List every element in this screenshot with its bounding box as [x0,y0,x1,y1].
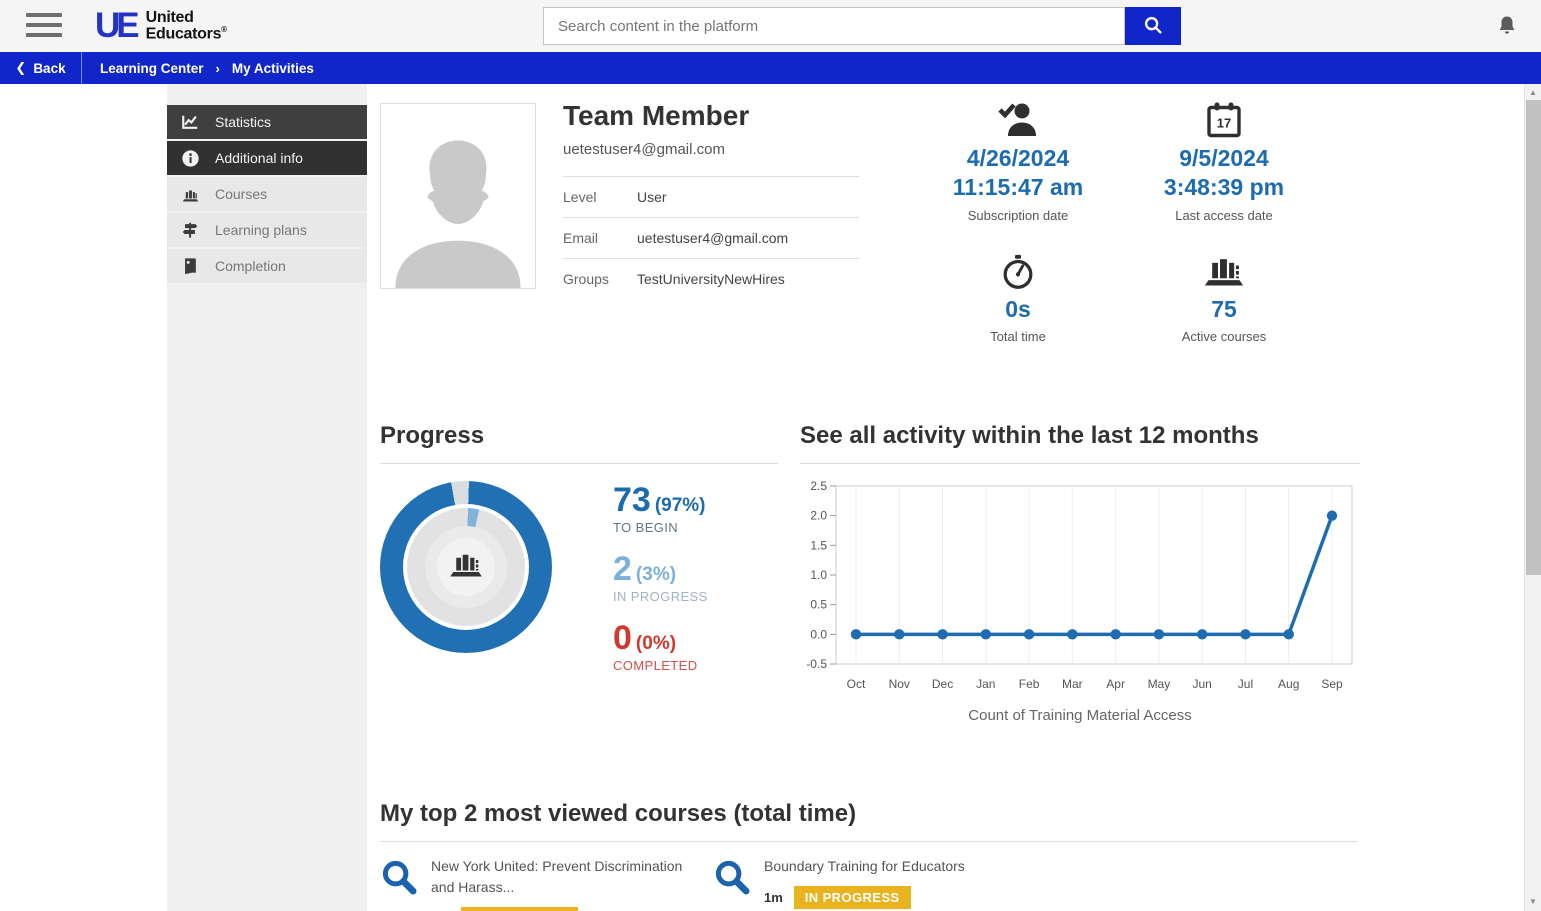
united-educators-logo: UE United Educators® [95,6,227,46]
stopwatch-icon [915,249,1121,291]
svg-text:Jan: Jan [976,677,995,691]
chart-axis-title: Count of Training Material Access [968,707,1192,724]
report-sidebar: Statistics Additional info Courses Learn… [167,84,367,911]
search-icon [1142,14,1164,39]
activity-title: See all activity within the last 12 mont… [800,422,1360,464]
svg-text:May: May [1148,677,1171,691]
page-title: Team Member [563,100,750,131]
vertical-scrollbar[interactable]: ▲ ▼ [1524,84,1541,911]
books-icon [1121,249,1327,291]
scrollbar-down-arrow[interactable]: ▼ [1525,895,1541,909]
status-badge: IN PROGRESS [460,907,578,911]
stat-active-courses: 75 Active courses [1121,249,1327,344]
svg-text:0.0: 0.0 [810,627,827,641]
search-bar [543,7,1181,45]
user-avatar [380,103,536,289]
breadcrumb-learning-center[interactable]: Learning Center [100,61,204,76]
activity-section: See all activity within the last 12 mont… [800,422,1360,724]
breadcrumb-my-activities[interactable]: My Activities [232,61,314,76]
svg-text:Jun: Jun [1193,677,1212,691]
course-title: Boundary Training for Educators [764,858,965,874]
person-silhouette-icon [395,140,521,288]
back-button[interactable]: ❮ Back [0,52,82,84]
progress-completed: 0 (0%) COMPLETED [613,619,698,673]
left-gutter [0,84,167,911]
progress-in-progress: 2 (3%) IN PROGRESS [613,550,708,604]
scrollbar-thumb[interactable] [1526,100,1541,575]
scrollbar-up-arrow[interactable]: ▲ [1525,86,1541,100]
profile-field-groups: Groups TestUniversityNewHires [563,258,859,299]
breadcrumb-bar: ❮ Back Learning Center › My Activities [0,52,1541,84]
profile-field-email: Email uetestuser4@gmail.com [563,217,859,258]
sidebar-item-courses[interactable]: Courses [167,177,367,211]
progress-to-begin: 73 (97%) TO BEGIN [613,481,706,535]
notifications-bell-icon[interactable] [1495,14,1519,38]
svg-text:Feb: Feb [1019,677,1040,691]
course-time: 1m [764,890,783,905]
main-content: Team Member uetestuser4@gmail.com Level … [367,84,1524,911]
charts-row: Progress 73 (97%) TO BEGIN 2 (3%) IN PRO… [380,422,1360,724]
top-courses-title: My top 2 most viewed courses (total time… [380,800,1357,842]
course-item[interactable]: Boundary Training for Educators 1m IN PR… [713,856,1046,911]
top-header: UE United Educators® [0,0,1541,52]
magnifier-icon [380,858,420,898]
svg-text:2.0: 2.0 [810,509,827,523]
svg-text:Jul: Jul [1238,677,1253,691]
signpost-icon [180,220,200,240]
calendar-day-number: 17 [1217,116,1231,131]
stat-last-access-date: 17 9/5/2024 3:48:39 pm Last access date [1121,98,1327,223]
svg-text:2.5: 2.5 [810,479,827,493]
breadcrumb: Learning Center › My Activities [100,61,314,76]
profile-field-level: Level User [563,176,859,217]
sidebar-item-additional-info[interactable]: Additional info [167,141,367,175]
statistics-chart-icon [180,112,200,132]
search-input[interactable] [543,7,1125,45]
search-button[interactable] [1125,7,1181,45]
summary-stats: 4/26/2024 11:15:47 am Subscription date … [915,98,1327,344]
progress-section: Progress 73 (97%) TO BEGIN 2 (3%) IN PRO… [380,422,778,724]
brand-name: United Educators® [145,8,227,43]
svg-text:0.5: 0.5 [810,598,827,612]
info-icon [180,148,200,168]
sidebar-item-completion[interactable]: Completion [167,249,367,283]
books-icon [448,548,484,586]
progress-donut-chart [380,481,552,653]
sidebar-item-statistics[interactable]: Statistics [167,105,367,139]
progress-title: Progress [380,422,778,464]
svg-text:1.5: 1.5 [810,538,827,552]
magnifier-icon [713,858,753,898]
registered-mark: ® [221,24,227,34]
stat-subscription-date: 4/26/2024 11:15:47 am Subscription date [915,98,1121,223]
hamburger-menu-icon[interactable] [26,13,62,39]
user-check-icon [915,98,1121,140]
svg-text:Apr: Apr [1106,677,1125,691]
sidebar-item-learning-plans[interactable]: Learning plans [167,213,367,247]
course-item[interactable]: New York United: Prevent Discrimination … [380,856,713,911]
stat-total-time: 0s Total time [915,249,1121,344]
svg-text:Oct: Oct [847,677,866,691]
svg-text:Aug: Aug [1278,677,1299,691]
svg-text:1.0: 1.0 [810,568,827,582]
status-badge: IN PROGRESS [793,886,911,909]
top-courses-section: My top 2 most viewed courses (total time… [380,800,1357,911]
svg-text:Dec: Dec [932,677,953,691]
my-activities-page: UE United Educators® Search content in t… [0,0,1541,911]
svg-text:Sep: Sep [1321,677,1343,691]
calendar-icon: 17 [1121,98,1327,140]
chevron-right-icon: › [215,60,220,76]
course-title: New York United: Prevent Discrimination … [431,858,683,895]
svg-text:-0.5: -0.5 [806,657,827,671]
books-icon [180,184,200,204]
progress-legend: 73 (97%) TO BEGIN 2 (3%) IN PROGRESS 0 (0%)… [613,481,708,690]
svg-text:Nov: Nov [889,677,910,691]
profile-email: uetestuser4@gmail.com [563,141,725,158]
profile-info: Team Member uetestuser4@gmail.com Level … [563,100,859,299]
activity-line-chart: 2.5 2.0 1.5 1.0 0.5 0.0 -0.5 Oct Nov Dec Jan Feb Mar… [806,479,1353,691]
chevron-left-icon: ❮ [15,60,27,75]
svg-text:Mar: Mar [1062,677,1083,691]
certificate-book-icon [180,256,200,276]
ue-monogram: UE [95,6,140,45]
